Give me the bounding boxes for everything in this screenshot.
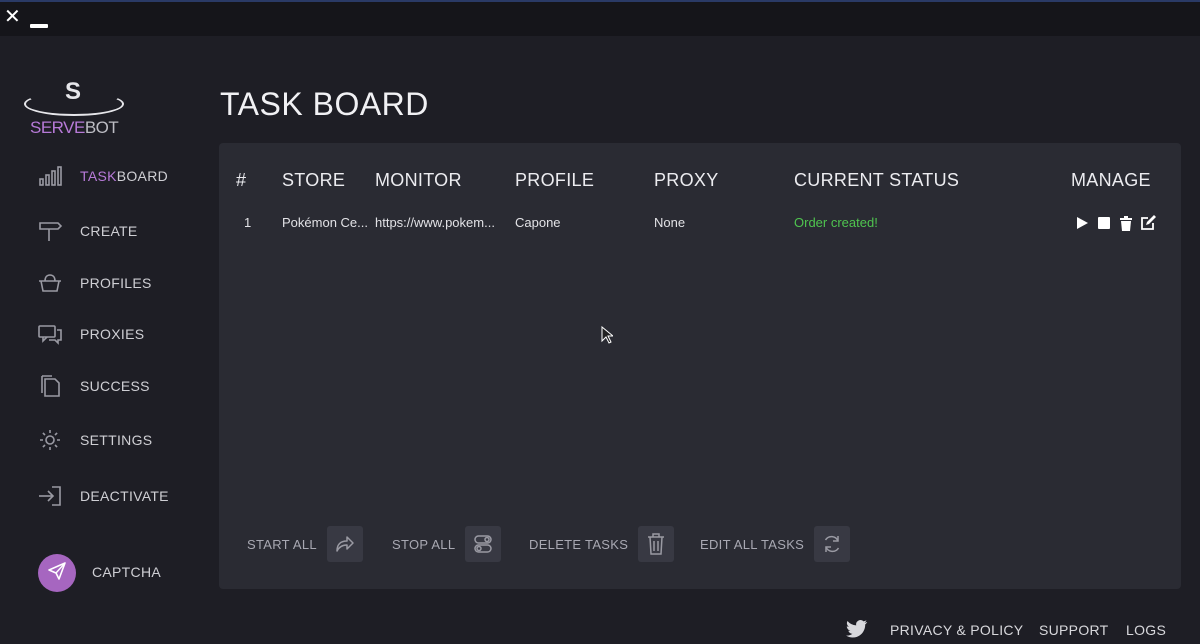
close-window-button[interactable]: ✕ [4, 7, 22, 27]
sidebar-item-profiles[interactable]: PROFILES [36, 268, 206, 298]
sidebar-item-deactivate[interactable]: DEACTIVATE [36, 481, 206, 511]
basket-icon [36, 269, 64, 297]
sidebar-item-label: SUCCESS [80, 378, 150, 394]
stop-all-label: STOP ALL [392, 536, 456, 552]
edit-all-tasks-button[interactable]: EDIT ALL TASKS [700, 525, 851, 563]
minimize-window-button[interactable] [30, 10, 48, 28]
sidebar-item-label: PROXIES [80, 326, 145, 342]
logo-wordmark: SERVEBOT [30, 118, 119, 137]
column-header-number: # [236, 170, 247, 190]
sidebar-item-label: CREATE [80, 223, 138, 239]
edit-icon[interactable] [1140, 215, 1156, 231]
paper-plane-icon [47, 561, 67, 586]
column-header-status: CURRENT STATUS [794, 170, 960, 190]
delete-tasks-button[interactable]: DELETE TASKS [529, 525, 675, 563]
privacy-policy-link[interactable]: PRIVACY & POLICY [890, 622, 1023, 640]
share-arrow-icon [326, 526, 363, 562]
twitter-icon[interactable] [846, 619, 868, 639]
sidebar-item-create[interactable]: CREATE [36, 216, 206, 246]
captcha-button[interactable] [38, 554, 76, 592]
delete-tasks-label: DELETE TASKS [529, 536, 629, 552]
task-profile: Capone [515, 215, 561, 230]
edit-all-tasks-label: EDIT ALL TASKS [700, 536, 805, 552]
play-icon[interactable] [1074, 215, 1090, 231]
sign-in-icon [36, 482, 64, 510]
trash-icon[interactable] [1118, 215, 1134, 231]
captcha-label[interactable]: CAPTCHA [92, 564, 161, 580]
mouse-cursor-icon [601, 325, 615, 344]
sidebar-item-success[interactable]: SUCCESS [36, 371, 206, 401]
stop-icon[interactable] [1096, 215, 1112, 231]
task-store: Pokémon Ce... [282, 215, 368, 230]
stop-all-button[interactable]: STOP ALL [392, 525, 502, 563]
trash-icon [638, 526, 675, 562]
task-number: 1 [244, 215, 252, 230]
column-header-profile: PROFILE [515, 170, 595, 190]
gear-icon [36, 426, 64, 454]
sidebar-item-label: DEACTIVATE [80, 488, 169, 504]
sidebar-item-label: TASKBOARD [80, 168, 169, 184]
support-link[interactable]: SUPPORT [1039, 622, 1109, 640]
start-all-button[interactable]: START ALL [247, 525, 363, 563]
start-all-label: START ALL [247, 536, 317, 552]
servebot-logo: S SERVEBOT [22, 78, 126, 138]
task-table-panel: # STORE MONITOR PROFILE PROXY CURRENT ST… [219, 143, 1181, 589]
sidebar-item-taskboard[interactable]: TASKBOARD [36, 161, 206, 191]
column-header-manage: MANAGE [1071, 170, 1151, 190]
sidebar-item-settings[interactable]: SETTINGS [36, 425, 206, 455]
signpost-icon [36, 217, 64, 245]
sidebar-item-proxies[interactable]: PROXIES [36, 319, 206, 349]
toggles-icon [465, 526, 502, 562]
page-title: TASK BOARD [220, 86, 429, 122]
column-header-proxy: PROXY [654, 170, 719, 190]
column-header-monitor: MONITOR [375, 170, 462, 190]
task-manage-actions [1074, 214, 1164, 232]
bar-chart-icon [36, 162, 64, 190]
documents-icon [36, 372, 64, 400]
task-proxy: None [654, 215, 686, 230]
logo-letter: S [64, 78, 81, 105]
sidebar-item-label: SETTINGS [80, 432, 153, 448]
sidebar-item-label: PROFILES [80, 275, 152, 291]
chat-bubbles-icon [36, 320, 64, 348]
task-monitor: https://www.pokem... [375, 215, 495, 230]
logs-link[interactable]: LOGS [1126, 622, 1166, 640]
title-bar: ✕ [0, 2, 1200, 36]
refresh-icon [814, 526, 851, 562]
task-status: Order created! [794, 215, 878, 230]
column-header-store: STORE [282, 170, 346, 190]
